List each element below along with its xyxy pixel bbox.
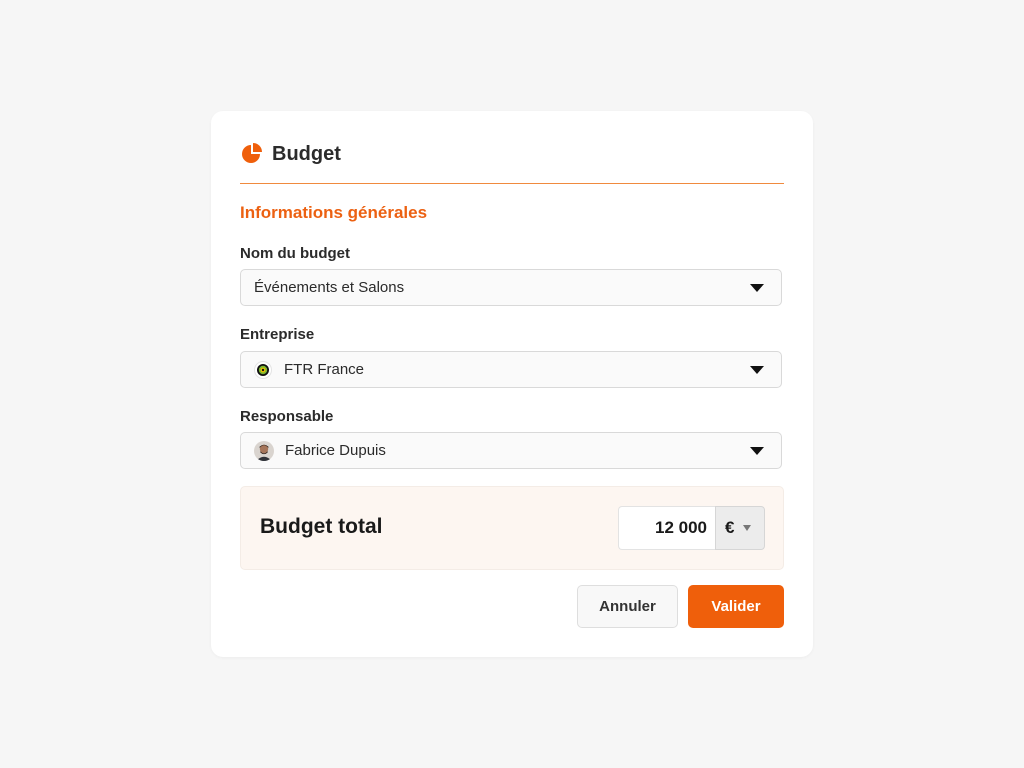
section-title: Informations générales: [240, 203, 428, 222]
budget-amount-input[interactable]: 12 000: [618, 506, 716, 550]
chevron-down-icon: [750, 447, 764, 455]
budget-name-label: Nom du budget: [240, 245, 350, 262]
caret-down-icon: [743, 525, 752, 531]
budget-total-label: Budget total: [260, 515, 383, 538]
chevron-down-icon: [750, 284, 764, 292]
currency-select[interactable]: €: [715, 506, 765, 550]
budget-dialog: Budget Informations générales Nom du bud…: [211, 111, 813, 657]
chevron-down-icon: [750, 366, 764, 374]
budget-name-value: Événements et Salons: [254, 279, 405, 296]
submit-button[interactable]: Valider: [688, 585, 784, 628]
budget-total-panel: Budget total 12 000 €: [240, 486, 784, 570]
dialog-header: Budget: [240, 141, 784, 184]
dialog-title: Budget: [272, 143, 341, 165]
owner-select[interactable]: Fabrice Dupuis: [240, 432, 782, 469]
company-value: FTR France: [284, 361, 365, 378]
budget-name-select[interactable]: Événements et Salons: [240, 269, 782, 306]
avatar: [254, 440, 274, 461]
pie-chart-icon: [242, 143, 262, 163]
currency-symbol: €: [725, 518, 735, 537]
company-logo-icon: [254, 360, 272, 379]
owner-label: Responsable: [240, 408, 334, 425]
owner-value: Fabrice Dupuis: [285, 442, 386, 459]
cancel-button[interactable]: Annuler: [577, 585, 678, 628]
company-label: Entreprise: [240, 326, 315, 343]
company-select[interactable]: FTR France: [240, 351, 782, 388]
